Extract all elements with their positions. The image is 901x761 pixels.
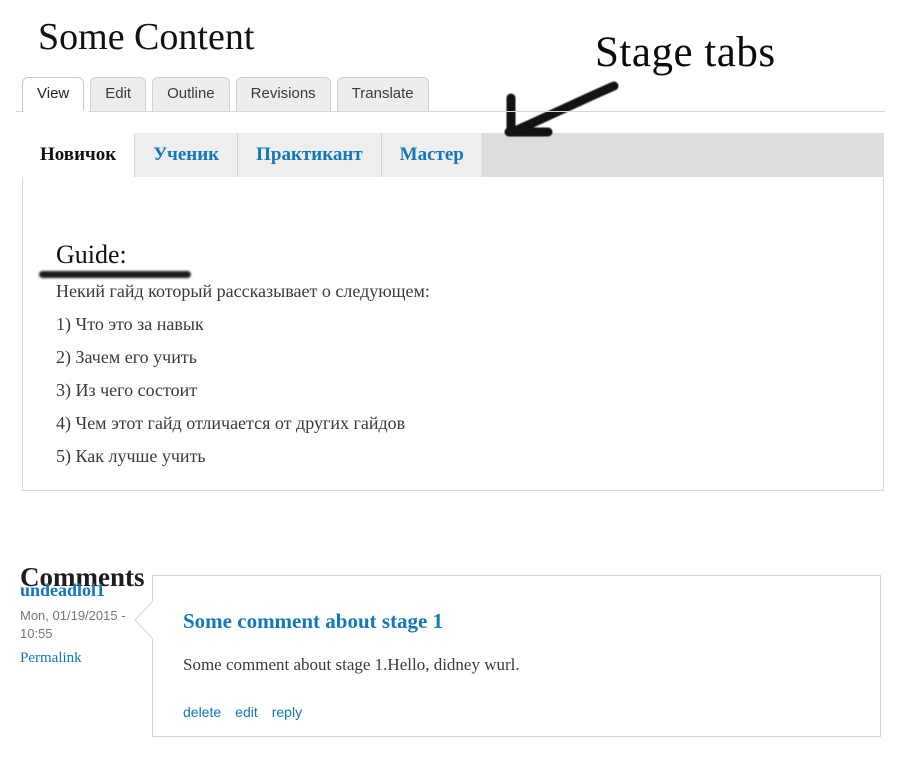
primary-tabs: View Edit Outline Revisions Translate [22,77,429,111]
comment-edit-link[interactable]: edit [235,704,258,720]
comment-reply-link[interactable]: reply [272,704,302,720]
stage-tab-praktikant[interactable]: Практикант [238,133,382,177]
stage-tab-novichok[interactable]: Новичок [22,133,136,177]
primary-tabs-rule [16,111,885,112]
comment-author-link[interactable]: undeadlol1 [20,580,145,601]
guide-line: 4) Чем этот гайд отличается от других га… [56,413,406,433]
guide-heading: Guide: [56,240,127,269]
comment-permalink-link[interactable]: Permalink [20,650,82,667]
stage-tab-master[interactable]: Мастер [381,133,483,177]
tab-revisions[interactable]: Revisions [235,77,331,111]
tab-view[interactable]: View [22,77,85,111]
speech-bubble-notch-icon [134,601,153,639]
active-tab-underlap [24,110,88,113]
tab-outline[interactable]: Outline [152,77,230,111]
guide-line: 1) Что это за навык [56,314,204,334]
tab-edit[interactable]: Edit [90,77,147,111]
comment-text: Some comment about stage 1.Hello, didney… [183,655,520,674]
comment-body-box: Some comment about stage 1 Some comment … [134,575,881,737]
guide-line: 5) Как лучше учить [56,446,206,466]
guide-body: Некий гайд который рассказывает о следую… [56,277,816,475]
stage-tab-uchenik[interactable]: Ученик [135,133,239,177]
guide-line: 2) Зачем его учить [56,347,197,367]
stage-content-panel: Guide: Некий гайд который рассказывает о… [22,177,884,491]
comment-actions: delete edit reply [183,704,302,720]
comment-delete-link[interactable]: delete [183,704,221,720]
guide-line: 3) Из чего состоит [56,380,198,400]
stage-tabs-bar: Новичок Ученик Практикант Мастер [22,133,884,177]
comment-meta: undeadlol1 Mon, 01/19/2015 - 10:55 Perma… [20,580,145,667]
comment-date: Mon, 01/19/2015 - 10:55 [20,608,126,641]
guide-line: Некий гайд который рассказывает о следую… [56,281,430,301]
tab-translate[interactable]: Translate [336,77,429,111]
page-title: Some Content [38,16,255,58]
stage-tabs-annotation-label: Stage tabs [595,29,776,76]
comment-title-link[interactable]: Some comment about stage 1 [183,609,443,634]
